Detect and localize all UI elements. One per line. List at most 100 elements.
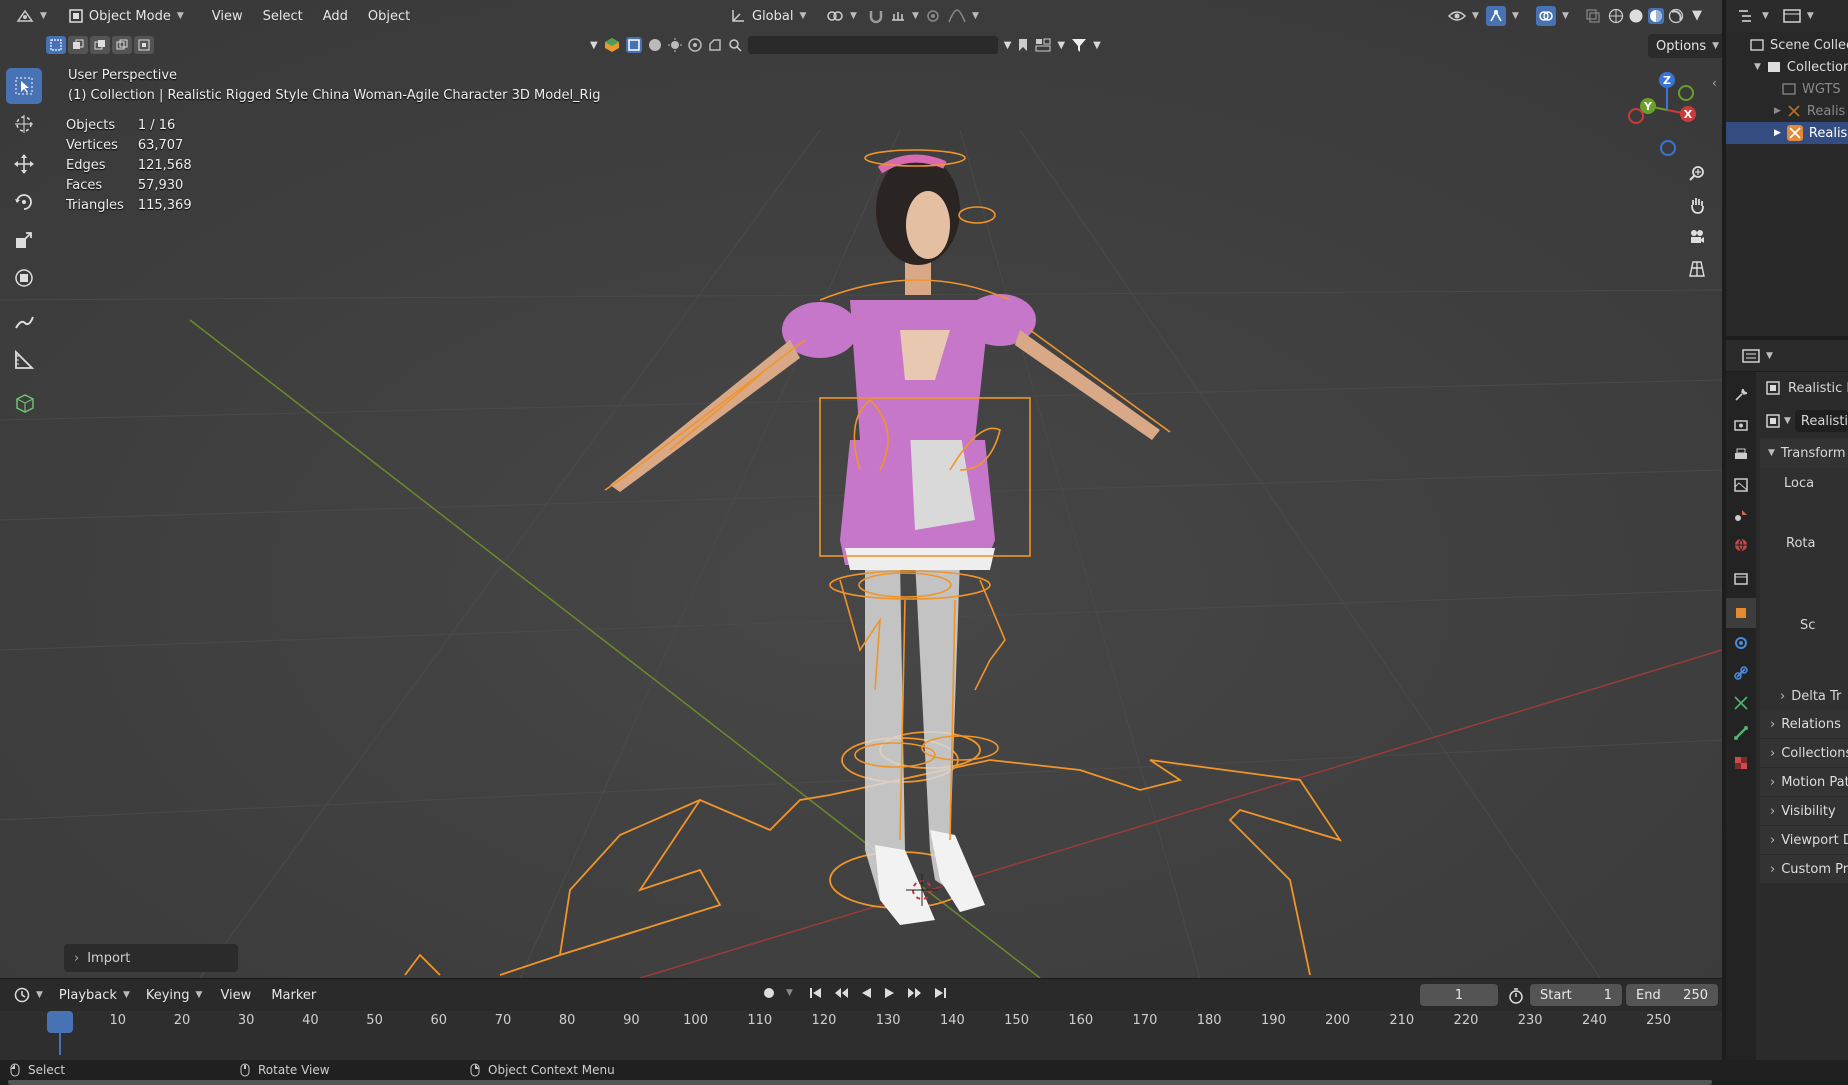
zoom-button[interactable] bbox=[1682, 158, 1712, 188]
select-box-tool[interactable] bbox=[6, 68, 42, 104]
object-name[interactable]: Realistic R bbox=[1788, 381, 1848, 396]
tab-world[interactable] bbox=[1726, 530, 1756, 560]
display-mode-icon[interactable] bbox=[1783, 9, 1801, 23]
outliner-row-collection[interactable]: ▼ Collection bbox=[1726, 56, 1848, 78]
properties-editor-icon[interactable] bbox=[1742, 348, 1760, 363]
select-difference-icon[interactable] bbox=[112, 36, 132, 54]
outliner-editor-icon[interactable] bbox=[1738, 9, 1756, 23]
chevron-down-icon[interactable]: ▼ bbox=[1766, 351, 1773, 361]
outliner-row-scene-collection[interactable]: Scene Collect bbox=[1726, 34, 1848, 56]
gizmos-dropdown[interactable]: ▼ bbox=[1478, 4, 1527, 28]
armature-filter-icon[interactable] bbox=[708, 38, 722, 52]
object-types-icon[interactable] bbox=[604, 37, 620, 53]
chevron-down-icon[interactable]: ▼ bbox=[1692, 8, 1702, 24]
jump-start-icon[interactable] bbox=[809, 986, 823, 1000]
timeline-editor-type[interactable]: ▼ bbox=[6, 983, 51, 1007]
transform-panel-header[interactable]: ▼ Transform bbox=[1760, 438, 1848, 468]
add-cube-tool[interactable] bbox=[6, 384, 42, 420]
outliner-row-realistic-rig[interactable]: ▶ Realis bbox=[1726, 122, 1848, 144]
object-square-icon[interactable] bbox=[1766, 414, 1780, 428]
jump-end-icon[interactable] bbox=[933, 986, 947, 1000]
menu-object[interactable]: Object bbox=[358, 9, 420, 24]
3d-viewport[interactable]: ▼ Object Mode ▼ View Select Add Object G… bbox=[0, 0, 1722, 978]
chevron-down-icon[interactable]: ▼ bbox=[1784, 416, 1791, 426]
proportional-falloff-dropdown[interactable]: ▼ bbox=[940, 4, 987, 28]
rotate-tool[interactable] bbox=[6, 184, 42, 220]
visibility-panel[interactable]: › Visibility bbox=[1760, 797, 1848, 826]
chevron-down-icon[interactable]: ▼ bbox=[786, 988, 793, 998]
marker-menu[interactable]: Marker bbox=[261, 988, 326, 1003]
tab-constraints[interactable] bbox=[1726, 658, 1756, 688]
motion-paths-panel[interactable]: › Motion Pat bbox=[1760, 768, 1848, 797]
solid-shading-icon[interactable] bbox=[1628, 8, 1644, 24]
chevron-down-icon[interactable]: ▼ bbox=[1093, 40, 1101, 51]
mesh-filter-icon[interactable] bbox=[625, 37, 642, 53]
camera-filter-icon[interactable] bbox=[687, 38, 702, 52]
tab-view-layer[interactable] bbox=[1726, 470, 1756, 500]
keying-menu[interactable]: Keying ▼ bbox=[138, 983, 211, 1007]
tab-texture[interactable] bbox=[1726, 748, 1756, 778]
playback-menu[interactable]: Playback ▼ bbox=[51, 983, 138, 1007]
custom-properties-panel[interactable]: › Custom Pro bbox=[1760, 855, 1848, 884]
play-icon[interactable] bbox=[883, 986, 897, 1000]
measure-tool[interactable] bbox=[6, 342, 42, 378]
end-frame-field[interactable]: End 250 bbox=[1626, 984, 1718, 1006]
navigation-gizmo[interactable]: Z X Y bbox=[1620, 66, 1710, 162]
wireframe-shading-icon[interactable] bbox=[1608, 8, 1624, 24]
chevron-down-icon[interactable]: ▼ bbox=[1057, 40, 1065, 51]
playhead-marker[interactable] bbox=[47, 1011, 73, 1033]
select-new-icon[interactable] bbox=[46, 36, 66, 54]
tab-collection[interactable] bbox=[1726, 564, 1756, 594]
overlays-dropdown[interactable]: ▼ bbox=[1528, 4, 1577, 28]
select-extend-icon[interactable] bbox=[68, 36, 88, 54]
current-frame-field[interactable]: 1 bbox=[1420, 984, 1498, 1006]
tab-modifiers[interactable] bbox=[1726, 628, 1756, 658]
outliner-row-wgts[interactable]: WGTS bbox=[1726, 78, 1848, 100]
timeline-ruler[interactable]: 1102030405060708090100110120130140150160… bbox=[0, 1011, 1722, 1085]
menu-select[interactable]: Select bbox=[253, 9, 313, 24]
viewport-display-panel[interactable]: › Viewport D bbox=[1760, 826, 1848, 855]
rendered-shading-icon[interactable] bbox=[1668, 8, 1684, 24]
record-icon[interactable] bbox=[762, 986, 776, 1000]
camera-view-button[interactable] bbox=[1682, 222, 1712, 252]
menu-view[interactable]: View bbox=[202, 9, 253, 24]
tab-object-data[interactable] bbox=[1726, 688, 1756, 718]
search-input[interactable] bbox=[747, 36, 998, 54]
timeline-view-menu[interactable]: View bbox=[210, 988, 261, 1003]
sphere-filter-icon[interactable] bbox=[648, 38, 662, 52]
bookmark-icon[interactable] bbox=[1017, 38, 1029, 52]
scale-tool[interactable] bbox=[6, 222, 42, 258]
xray-toggle[interactable] bbox=[1578, 4, 1608, 28]
collections-panel[interactable]: › Collections bbox=[1760, 739, 1848, 768]
transform-tool[interactable] bbox=[6, 260, 42, 296]
tab-tool[interactable] bbox=[1726, 380, 1756, 410]
tab-output[interactable] bbox=[1726, 440, 1756, 470]
delta-transform-subpanel[interactable]: › Delta Tr bbox=[1760, 682, 1848, 710]
pan-button[interactable] bbox=[1682, 190, 1712, 220]
chevron-down-icon[interactable]: ▼ bbox=[1762, 11, 1769, 21]
select-intersect-icon[interactable] bbox=[134, 36, 154, 54]
last-operator-panel[interactable]: › Import bbox=[64, 944, 238, 972]
stopwatch-icon[interactable] bbox=[1508, 988, 1524, 1004]
perspective-toggle-button[interactable] bbox=[1682, 254, 1712, 284]
object-name-field[interactable]: Realisti bbox=[1794, 410, 1848, 432]
options-dropdown[interactable]: Options ▼ bbox=[1648, 34, 1722, 58]
outliner-row-realistic-mesh[interactable]: ▶ Realis bbox=[1726, 100, 1848, 122]
tab-render[interactable] bbox=[1726, 410, 1756, 440]
transform-orientation-dropdown[interactable]: Global ▼ bbox=[722, 4, 814, 28]
chevron-down-icon[interactable]: ▼ bbox=[1004, 40, 1012, 51]
next-keyframe-icon[interactable] bbox=[907, 986, 923, 1000]
menu-add[interactable]: Add bbox=[313, 9, 358, 24]
prev-keyframe-icon[interactable] bbox=[833, 986, 849, 1000]
tab-bone[interactable] bbox=[1726, 718, 1756, 748]
pivot-dropdown[interactable]: ▼ bbox=[818, 4, 865, 28]
move-tool[interactable] bbox=[6, 146, 42, 182]
relations-panel[interactable]: › Relations bbox=[1760, 710, 1848, 739]
filter-icon[interactable] bbox=[1071, 37, 1087, 53]
tab-object[interactable] bbox=[1726, 598, 1756, 628]
material-shading-icon[interactable] bbox=[1648, 8, 1664, 24]
tab-scene[interactable] bbox=[1726, 500, 1756, 530]
chevron-down-icon[interactable]: ▼ bbox=[1807, 11, 1814, 21]
mode-dropdown[interactable]: Object Mode ▼ bbox=[61, 4, 192, 28]
layout-icon[interactable] bbox=[1035, 38, 1051, 52]
